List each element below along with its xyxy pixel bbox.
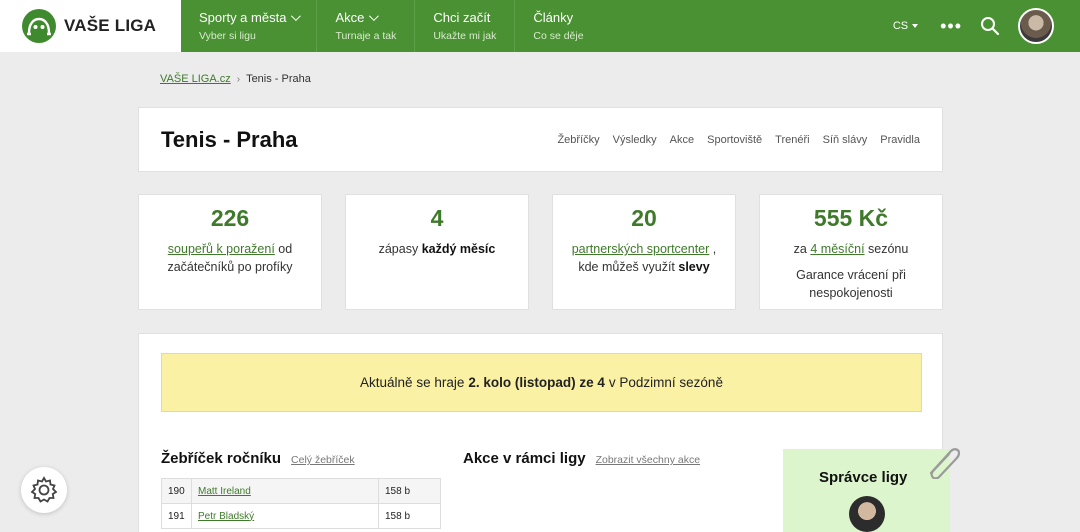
player-cell: Matt Ireland <box>191 478 379 504</box>
subnav-ladders[interactable]: Žebříčky <box>557 134 599 146</box>
subnav-results[interactable]: Výsledky <box>613 134 657 146</box>
stat-text: partnerských sportcenter , <box>553 240 735 258</box>
search-icon[interactable] <box>980 16 1000 36</box>
page-title-card: Tenis - Praha Žebříčky Výsledky Akce Spo… <box>138 107 943 172</box>
stat-number: 4 <box>430 205 444 231</box>
table-row: 190 Matt Ireland 158 b <box>161 478 441 504</box>
gear-icon <box>30 476 58 503</box>
current-round-notice: Aktuálně se hraje 2. kolo (listopad) ze … <box>161 353 922 412</box>
player-link[interactable]: Matt Ireland <box>198 486 251 497</box>
user-avatar[interactable] <box>1018 8 1054 44</box>
stat-text: soupeřů k poražení od <box>139 240 321 258</box>
main-nav: Sporty a města Vyber si ligu Akce Turnaj… <box>181 0 602 52</box>
language-selector[interactable]: CS <box>892 20 919 32</box>
subnav-venues[interactable]: Sportoviště <box>707 134 762 146</box>
stat-text-part: zápasy <box>378 242 422 256</box>
nav-item-title: Chci začít <box>433 10 491 25</box>
ranking-section-header: Žebříček ročníku Celý žebříček <box>161 450 355 467</box>
stat-text-bold: každý měsíc <box>421 242 496 256</box>
full-ranking-link[interactable]: Celý žebříček <box>291 454 355 466</box>
notice-text: Aktuálně se hraje <box>360 375 465 390</box>
player-link[interactable]: Petr Bladský <box>198 511 254 522</box>
ranking-table: 190 Matt Ireland 158 b 191 Petr Bladský … <box>161 478 441 529</box>
subnav-hall-of-fame[interactable]: Síň slávy <box>823 134 868 146</box>
nav-item-get-started[interactable]: Chci začít Ukažte mi jak <box>415 0 516 52</box>
subnav-events[interactable]: Akce <box>670 134 694 146</box>
all-events-link[interactable]: Zobrazit všechny akce <box>596 454 700 466</box>
events-section-header: Akce v rámci ligy Zobrazit všechny akce <box>463 450 700 467</box>
nav-item-title: Akce <box>335 10 365 25</box>
header-actions: CS ••• <box>893 0 1080 52</box>
stat-text-part: sezónu <box>864 242 909 256</box>
manager-title: Správce ligy <box>819 469 908 486</box>
stat-number: 555 Kč <box>813 205 889 231</box>
stat-text-line2: Garance vrácení při <box>796 268 906 282</box>
nav-item-title: Články <box>533 10 574 25</box>
stat-text: za 4 měsíční sezónu <box>760 240 942 258</box>
nav-item-subtitle: Ukažte mi jak <box>433 30 497 42</box>
page-title: Tenis - Praha <box>161 126 298 152</box>
points-cell: 158 b <box>378 503 441 529</box>
paperclip-icon <box>925 443 963 484</box>
subnav-rules[interactable]: Pravidla <box>880 134 920 146</box>
chevron-down-icon <box>369 11 380 22</box>
breadcrumb-current: Tenis - Praha <box>246 73 311 85</box>
stat-text-part: , <box>709 242 717 256</box>
logo[interactable]: VAŠE LIGA <box>0 0 181 52</box>
top-header: VAŠE LIGA Sporty a města Vyber si ligu A… <box>0 0 1080 52</box>
stats-row: 226 soupeřů k poražení od začátečníků po… <box>138 194 943 310</box>
breadcrumb-home-link[interactable]: VAŠE LIGA.cz <box>160 73 231 85</box>
opponents-link[interactable]: soupeřů k poražení <box>168 242 275 256</box>
stat-text-line2: kde můžeš využít slevy <box>553 258 735 276</box>
manager-avatar[interactable] <box>849 496 885 532</box>
nav-item-title: Sporty a města <box>199 10 287 25</box>
stat-number: 20 <box>631 205 657 231</box>
notice-bold: 2. kolo (listopad) ze 4 <box>468 375 605 390</box>
league-subnav: Žebříčky Výsledky Akce Sportoviště Trené… <box>557 134 920 146</box>
events-title: Akce v rámci ligy <box>463 450 586 467</box>
subnav-coaches[interactable]: Trenéři <box>775 134 809 146</box>
nav-item-sports[interactable]: Sporty a města Vyber si ligu <box>181 0 318 52</box>
stat-number: 226 <box>210 205 250 231</box>
caret-down-icon <box>912 24 919 28</box>
stat-card-opponents: 226 soupeřů k poražení od začátečníků po… <box>138 194 322 310</box>
player-cell: Petr Bladský <box>191 503 379 529</box>
rank-cell: 191 <box>161 503 192 529</box>
stat-text-line3: nespokojenosti <box>809 286 893 300</box>
logo-icon <box>22 9 56 43</box>
stat-card-price: 555 Kč za 4 měsíční sezónu Garance vráce… <box>759 194 943 310</box>
nav-item-subtitle: Vyber si ligu <box>199 30 256 42</box>
breadcrumb-separator-icon: › <box>236 73 241 85</box>
nav-item-articles[interactable]: Články Co se děje <box>515 0 601 52</box>
points-cell: 158 b <box>378 478 441 504</box>
partner-centers-link[interactable]: partnerských sportcenter <box>572 242 710 256</box>
nav-item-subtitle: Turnaje a tak <box>335 30 397 42</box>
season-length-link[interactable]: 4 měsíční <box>810 242 864 256</box>
logo-text: VAŠE LIGA <box>64 16 157 35</box>
stat-text-part: za <box>793 242 811 256</box>
settings-button[interactable] <box>21 467 67 513</box>
chevron-down-icon <box>291 11 302 22</box>
rank-cell: 190 <box>161 478 192 504</box>
stat-card-partners: 20 partnerských sportcenter , kde můžeš … <box>552 194 736 310</box>
language-label: CS <box>892 20 909 32</box>
more-menu-button[interactable]: ••• <box>940 17 962 35</box>
nav-item-subtitle: Co se děje <box>533 30 584 42</box>
stat-text-line2: začátečníků po profíky <box>167 260 293 274</box>
stat-text-bold: slevy <box>678 260 710 274</box>
stat-card-matches: 4 zápasy každý měsíc <box>345 194 529 310</box>
table-row: 191 Petr Bladský 158 b <box>161 503 441 529</box>
nav-item-events[interactable]: Akce Turnaje a tak <box>317 0 416 52</box>
notice-text: v Podzimní sezóně <box>608 375 723 390</box>
stat-text-part: od <box>274 242 293 256</box>
breadcrumb: VAŠE LIGA.cz › Tenis - Praha <box>160 73 311 85</box>
stat-text-part: kde můžeš využít <box>578 260 679 274</box>
stat-text: zápasy každý měsíc <box>346 240 528 258</box>
ranking-title: Žebříček ročníku <box>161 450 282 467</box>
